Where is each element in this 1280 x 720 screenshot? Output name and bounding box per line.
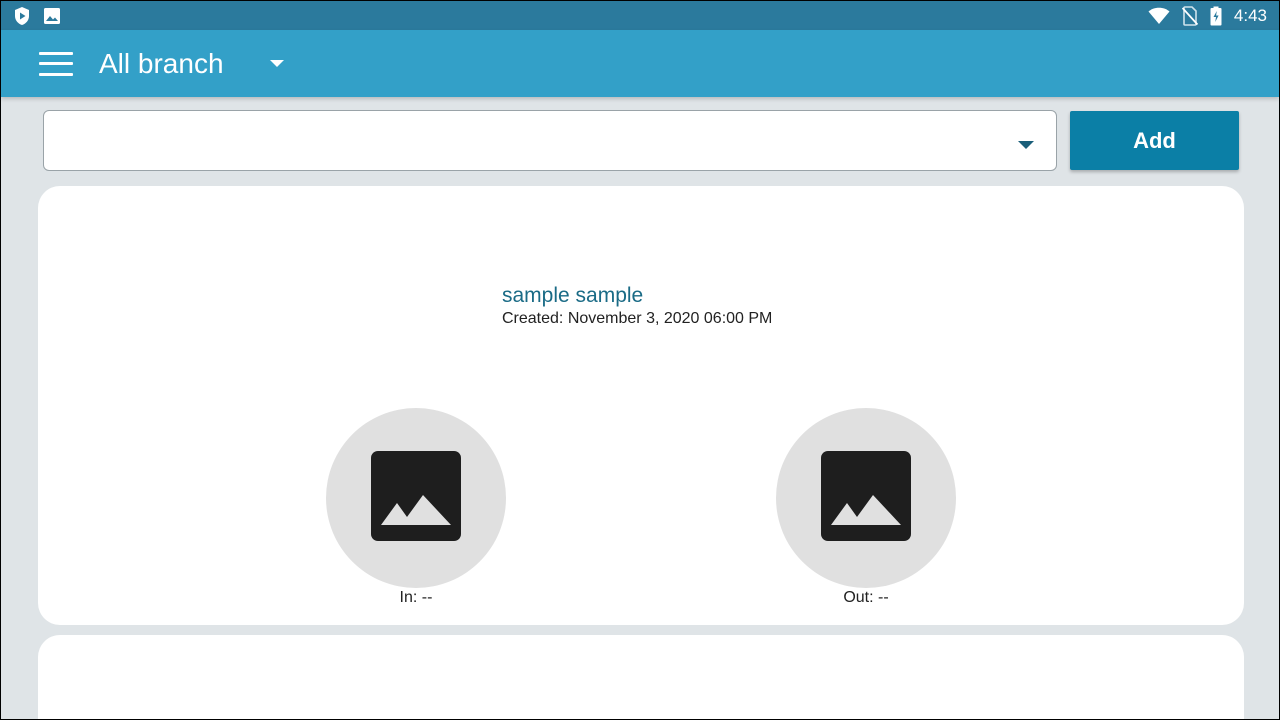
record-name[interactable]: sample sample [502,284,643,308]
status-bar-left [13,6,61,26]
record-filter-select[interactable] [43,110,1057,171]
in-photo[interactable] [326,408,506,588]
no-sim-icon [1181,5,1198,26]
out-photo[interactable] [776,408,956,588]
status-bar-right: 4:43 [1148,6,1267,26]
out-time-label: Out: -- [843,589,889,606]
shield-app-icon [13,6,31,26]
record-created-date: Created: November 3, 2020 06:00 PM [502,310,773,327]
image-notification-icon [43,7,61,25]
in-time-label: In: -- [399,589,433,606]
image-placeholder-icon [371,450,461,546]
battery-charging-icon [1210,6,1222,26]
status-bar: 4:43 [1,1,1279,30]
status-time: 4:43 [1233,5,1267,25]
branch-title[interactable]: All branch [99,48,224,80]
wifi-icon [1148,7,1170,25]
app-screen: 4:43 All branch Add sample sample Create… [0,0,1280,720]
app-bar: All branch [1,30,1279,97]
image-placeholder-icon [821,450,911,546]
add-button[interactable]: Add [1070,111,1239,170]
branch-dropdown-caret-icon[interactable] [269,55,284,73]
record-card[interactable]: sample sample Created: November 3, 2020 … [38,186,1244,625]
caret-down-icon[interactable] [1018,137,1034,155]
record-card-next[interactable] [38,635,1244,719]
hamburger-menu-icon[interactable] [39,51,73,76]
